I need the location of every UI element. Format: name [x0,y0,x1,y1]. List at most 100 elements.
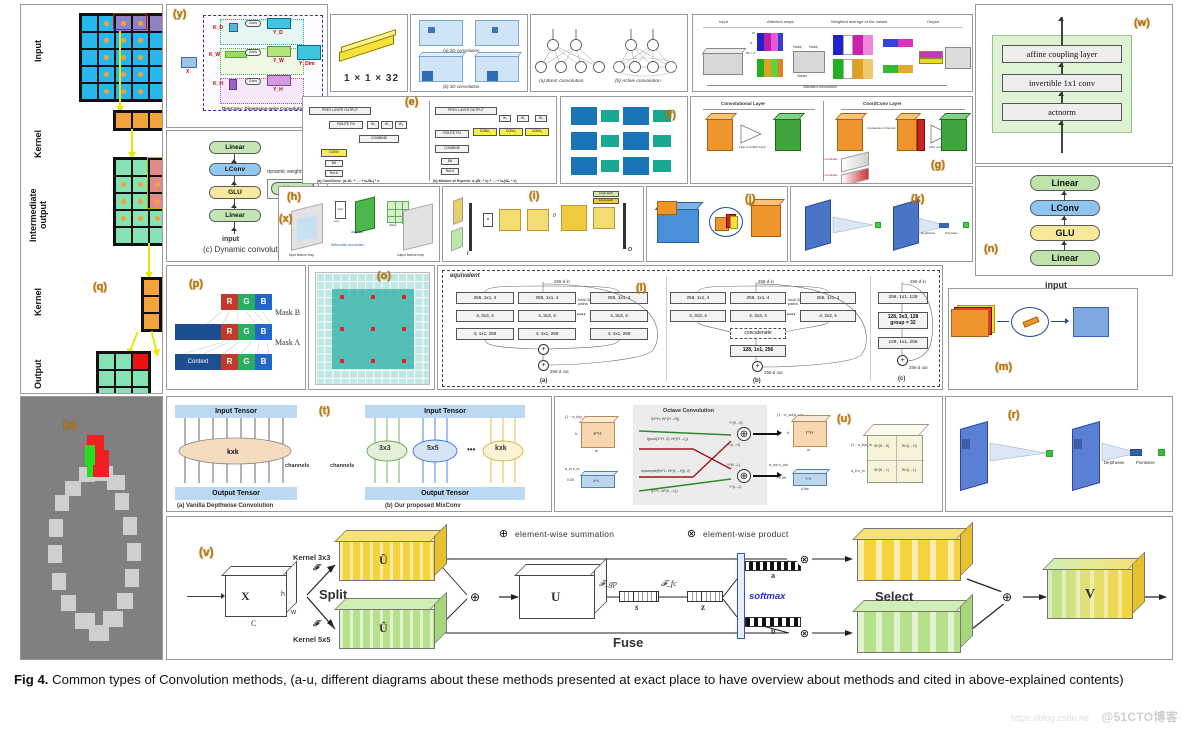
l-a-c1-r1: 256, 1x1, 4 [456,292,514,304]
v-c-label: C [251,619,257,628]
e-right-relu: ReLU [441,168,459,175]
d-attention-bottom [757,59,783,77]
panel-w-glow-flow-step: (w) affine coupling layer invertible 1x1… [975,4,1173,164]
l-a-c2-r3: 4, 1x1, 256 [518,328,576,340]
m-conn-in [997,321,1009,322]
g-left-title: Convolutional Layer [721,101,766,106]
t-kernel-3x3: 3x3 [379,445,391,452]
l-b-dots: •••• [787,312,796,318]
v-legend-prod-icon: ⊗ [685,527,698,540]
panel-tag-t: (t) [319,405,330,417]
d-attn-label-h: H [750,41,753,45]
f-cell-10 [601,160,619,172]
l-a-total-paths: total 32 paths [578,297,592,307]
v-z-vector [687,591,723,602]
u-ymid-lh: Y^{L→H} [727,443,741,447]
panel-tag-u: (u) [837,413,852,425]
g-right-mid-cube [894,113,922,151]
g-left-rule [703,109,815,110]
l-a-sum-2: + [538,360,549,371]
v-final-sum: ⊕ [999,589,1015,605]
panel-tag-a: (a) [359,14,372,15]
i-op-box: ⊗ [483,213,493,227]
m-input-stack-front [951,309,989,337]
h-offset-field-label: offset field [351,231,363,234]
u-yl-label: Y^L [805,476,812,481]
kernel-col [141,277,162,332]
panel-p-masked-conv: (p) R G B R G B Context R G B Mask B Mas… [166,265,306,390]
p-bottom-b: B [255,354,272,370]
u-ymid-ll: Y^{L→L} [729,485,742,489]
w-arrowhead-3 [1058,121,1064,125]
t-left-channels-label: channels [285,463,310,469]
h-offset-field [355,196,375,234]
p-bottom-r: R [221,354,238,370]
l-b-caption: (b) [753,378,761,384]
intermediate-highlight [147,157,162,209]
t-left-channels: kxk [178,418,292,483]
panel-l-resnext-equivalent-blocks: equivalent (l) 256-d in 256, 1x1, 4 4, 3… [437,265,943,390]
e-right-prev-layer: PREV LAYER OUTPUT [435,107,497,115]
d-head1-label: Head₁ [793,45,803,49]
u-kernel-cube: W^{H→H} W^{L→H} W^{H→L} W^{L→L} [862,424,930,484]
d-merge-top [919,51,943,58]
panel-v-selective-kernel: (v) ⊕ element-wise summation ⊗ element-w… [166,516,1173,660]
p-bottom-context: Context [175,354,221,370]
u-out-arrowhead-high [777,430,782,436]
l-b-c3-r1: 256, 1x1, 4 [800,292,856,304]
u-out-arrow-high [753,433,779,435]
l-b-sum: + [752,361,763,372]
u-path-hl: f(pool(X^H, 2); W^{H→L}) [647,437,688,441]
e-left-bn: BN [325,160,343,167]
panel-c-active-conv: (c) [530,14,688,92]
t-right-input-tensor: Input Tensor [365,405,525,418]
t-right-output-tensor: Output Tensor [365,487,525,500]
u-ymid-hh: Y^{H→H} [729,421,743,425]
e-left-prev-layer: PREV LAYER OUTPUT [309,107,371,115]
l-a-c2-r2: 4, 3x3, 4 [518,310,576,322]
d-head2-label: Head₂ [809,45,819,49]
g-left-output-cube [772,113,806,151]
panel-o-dilated-conv: (o) [308,265,435,390]
d-input-cube [701,48,747,75]
l-b-concatenate: concatenate [730,328,786,339]
r-pointwise-label: Pointwise [1136,460,1155,465]
p-mask-a-label: Mask A [275,338,301,347]
v-legend-sum-label: element-wise summation [515,529,615,539]
label-kernel-1: Kernel [33,130,43,159]
figure-caption: Fig 4. Common types of Convolution metho… [0,660,1184,731]
panel-j-grouped-pointwise: (j) [646,186,788,262]
l-b-c1-r2: 4, 3x3, 4 [670,310,726,322]
u-out-arrow-low [753,475,779,477]
panel-tag-l: (l) [636,282,647,294]
g-j-coord-label: j coordinate [823,173,838,177]
u-in-bot-label: α_in c_in [565,467,580,471]
label-kw: K_W [209,52,221,58]
h-conv-box: conv [335,201,346,219]
l-divider-1 [666,276,667,381]
x-block-glu: GLU [209,186,261,199]
panel-tag-b: (b) [459,14,473,15]
p-top-r: R [221,294,238,310]
l-c-dout: 256-d out [909,365,928,370]
panel-tag-d: (d) [823,14,837,15]
v-f-top: 𝓕 [313,563,319,572]
panel-k-depthwise-separable: (k) Depthwise Pointwise [790,186,973,262]
panel-tag-m: (m) [995,361,1013,373]
v-f-bottom: 𝓕 [313,619,319,628]
g-left-input-cube [704,113,738,151]
panel-q-spatially-separable-conv: (q) Input Kernel Intermediate output Ker… [20,4,163,394]
u-xh-label: X^H [593,431,602,436]
t-right-channels [366,418,524,483]
panel-tag-j: (j) [745,193,756,205]
r-left-slab [960,420,988,492]
g-right-title: CoordConv Layer [863,101,902,106]
v-s-vector [619,591,659,602]
e-right-combine: COMBINE [435,145,469,153]
panel-e-condconv-moe: (e) PREV LAYER OUTPUT ROUTE FN W₁ W₂ W₃ … [302,96,557,184]
i-legend-kernel-patch: kernel patch [593,198,619,204]
panel-h-deformable-conv: (h) conv conv offset field offsets defor… [278,186,440,262]
v-product-top: ⊗ [797,552,812,567]
l-a-caption: (a) [540,378,548,384]
e-left-w2: W₂ [381,121,393,129]
